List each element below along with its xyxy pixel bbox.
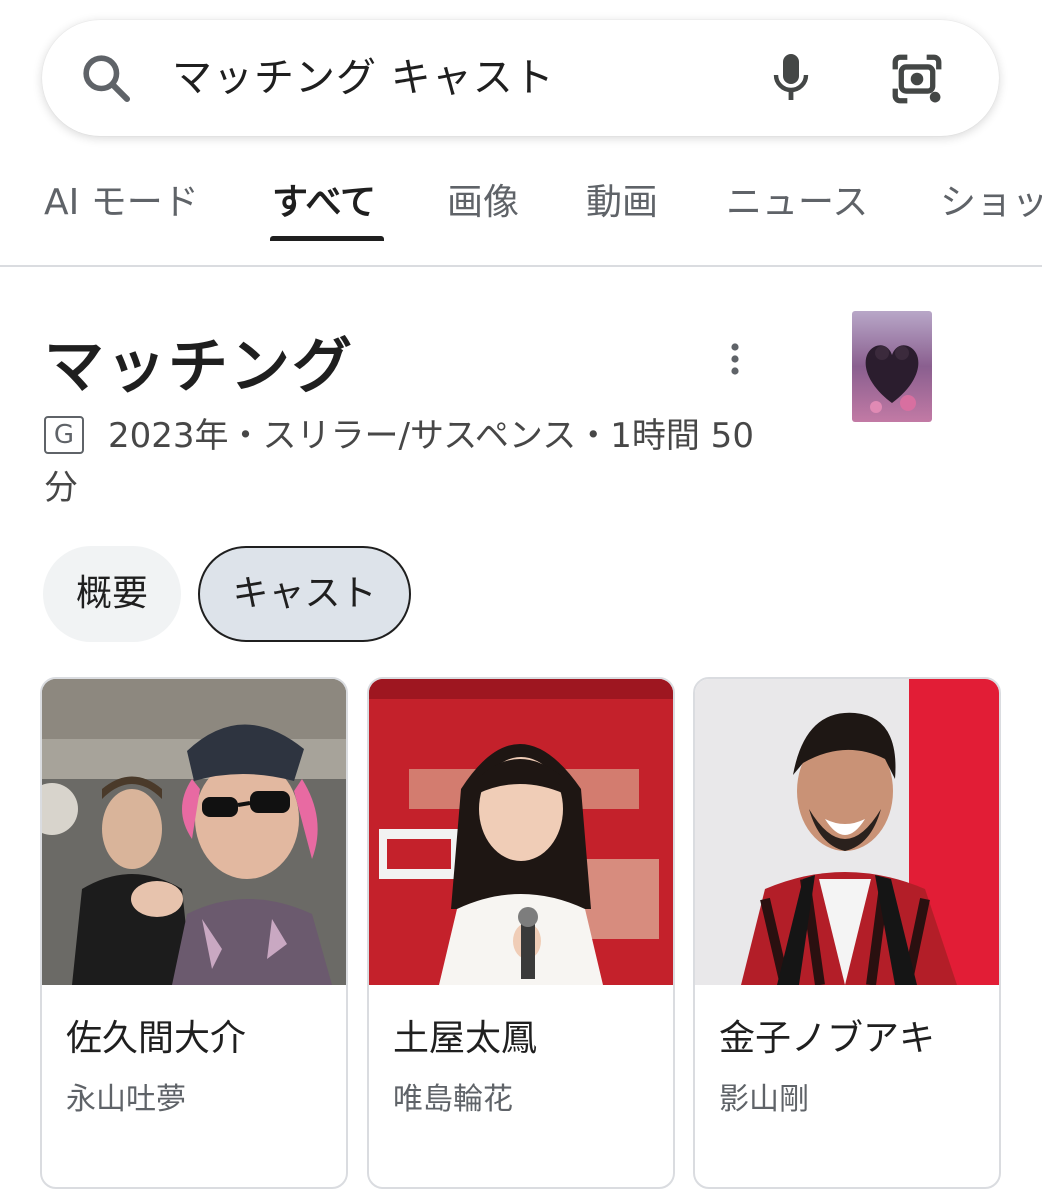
camera-lens-icon[interactable] [888,50,946,108]
microphone-icon[interactable] [766,50,816,106]
chip-cast[interactable]: キャスト [198,546,411,642]
search-bar[interactable]: マッチング キャスト [42,20,999,136]
actor-name: 土屋太鳳 [393,1018,538,1059]
active-tab-indicator [270,236,384,241]
actor-name: 佐久間大介 [66,1018,247,1059]
search-tabs: AI モード すべて 画像 動画 ニュース ショッ [0,160,1042,266]
tabs-divider [0,265,1042,267]
cast-card[interactable]: 土屋太鳳 唯島輪花 [367,677,675,1189]
tab-all[interactable]: すべて [272,178,376,228]
tab-news[interactable]: ニュース [726,178,868,228]
tab-videos[interactable]: 動画 [586,178,658,228]
role-name: 影山剛 [719,1082,809,1117]
actor-photo [369,679,673,985]
movie-poster[interactable] [852,311,932,422]
actor-name: 金子ノブアキ [719,1018,936,1059]
actor-photo [42,679,346,985]
tab-ai-mode[interactable]: AI モード [44,178,199,228]
role-name: 永山吐夢 [66,1082,186,1117]
search-input[interactable]: マッチング キャスト [172,50,555,106]
movie-meta: G 2023年・スリラー/サスペンス・1時間 50分 [44,410,764,514]
cast-card[interactable]: 佐久間大介 永山吐夢 [40,677,348,1189]
page-title: マッチング [44,332,354,402]
actor-photo [695,679,999,985]
chip-overview[interactable]: 概要 [43,546,181,642]
movie-meta-text: 2023年・スリラー/サスペンス・1時間 50分 [44,416,754,508]
rating-badge: G [44,416,84,454]
more-vert-icon[interactable] [716,334,754,384]
cast-card[interactable]: 金子ノブアキ 影山剛 [693,677,1001,1189]
role-name: 唯島輪花 [393,1082,513,1117]
tab-shopping[interactable]: ショッ [940,178,1042,228]
tab-images[interactable]: 画像 [447,178,519,228]
search-icon[interactable] [78,50,134,106]
